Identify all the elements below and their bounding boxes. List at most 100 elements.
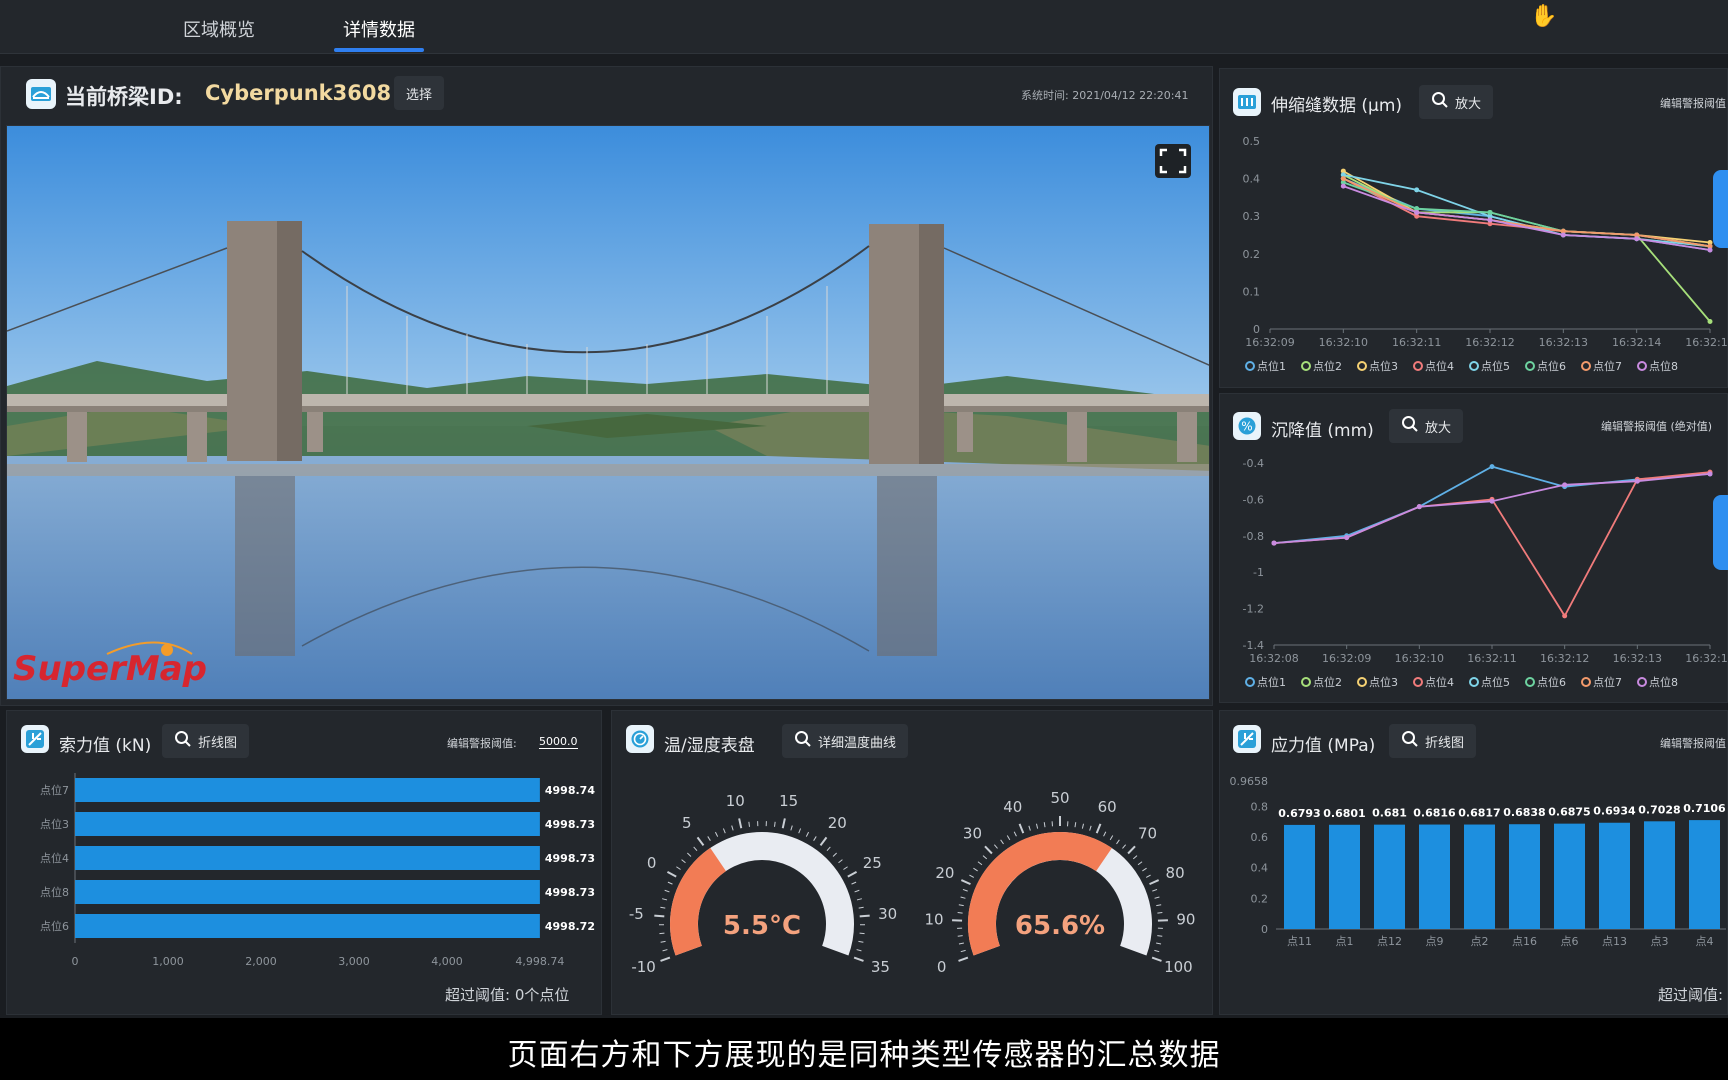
- settlement-title: 沉降值 (mm): [1271, 421, 1374, 441]
- gauge-tick: [781, 818, 786, 829]
- legend-marker-5: [1469, 677, 1479, 687]
- bar-value-label: 0.6817: [1458, 807, 1500, 820]
- top-nav-bar: 区域概览 详情数据 ✋: [0, 0, 1728, 54]
- expansion-zoom-button[interactable]: 放大: [1419, 85, 1494, 119]
- bar-点6: [1554, 823, 1585, 929]
- stress-linechart-button[interactable]: 折线图: [1389, 724, 1477, 758]
- bar-value-label: 0.7106: [1683, 802, 1726, 815]
- tab-detail-data[interactable]: 详情数据: [343, 16, 415, 42]
- gauge-tick: [681, 859, 686, 864]
- y-tick-label: 0.3: [1243, 210, 1261, 223]
- legend-marker-3: [1357, 677, 1367, 687]
- gauge-tick: [993, 844, 998, 849]
- y-tick-label: 0.4: [1243, 173, 1261, 186]
- gauge-tick: [1109, 835, 1114, 841]
- series-line-点位8: [1273, 473, 1711, 544]
- video-subtitle: 页面右方和下方展现的是同种类型传感器的汇总数据: [507, 1038, 1221, 1073]
- temperature-gauge-value: 5.5°C: [723, 911, 801, 941]
- bar-value-label: 4998.73: [545, 818, 595, 831]
- expansion-title: 伸缩缝数据 (μm): [1271, 96, 1403, 116]
- gauge-tick: [714, 831, 719, 837]
- gauge-tick: [731, 825, 734, 831]
- stress-title: 应力值 (MPa): [1271, 736, 1376, 756]
- data-point: [1707, 318, 1713, 324]
- tab-region-overview[interactable]: 区域概览: [183, 16, 255, 42]
- x-tick-label: 16:32:11: [1392, 336, 1441, 349]
- y-tick-label: 0.4: [1251, 862, 1269, 875]
- magnifier-icon: [174, 730, 192, 752]
- legend-marker-2: [1301, 361, 1311, 371]
- gauge-tick: [1081, 823, 1085, 829]
- gauge-title: 温/湿度表盘: [664, 736, 755, 756]
- side-expand-handle-2[interactable]: [1713, 495, 1728, 570]
- y-tick-label: 0.2: [1251, 892, 1269, 905]
- expansion-edit-threshold[interactable]: 编辑警报阈值: [1660, 95, 1726, 111]
- x-tick-label: 16:32:13: [1613, 652, 1662, 665]
- gauge-tick: [957, 912, 963, 914]
- bar-点4: [1689, 820, 1720, 929]
- settlement-edit-threshold[interactable]: 编辑警报阈值 (绝对值): [1601, 418, 1712, 434]
- bar-点1: [1329, 824, 1360, 929]
- bar-value-label: 0.6838: [1503, 806, 1545, 819]
- svg-text:%: %: [1241, 420, 1252, 434]
- gauge-tick: [960, 896, 966, 899]
- category-label: 点位4: [40, 851, 69, 865]
- category-label: 点12: [1377, 935, 1402, 948]
- stress-panel: 应力值 (MPa) 折线图 编辑警报阈值 0.9658 0.8 0.6 0.4 0.2 0…: [1219, 710, 1728, 1015]
- select-bridge-button[interactable]: 选择: [394, 76, 445, 110]
- magnifier-icon: [1401, 415, 1419, 437]
- legend-marker-5: [1469, 361, 1479, 371]
- gauge-tick: [1127, 845, 1136, 855]
- gauge-tick: [1149, 879, 1160, 886]
- bar-点9: [1419, 824, 1450, 929]
- data-point: [1487, 209, 1493, 215]
- x-tick-label: 16:32:08: [1249, 652, 1298, 665]
- x-tick-label: 16:32:11: [1467, 652, 1516, 665]
- gauge-tick-label: 20: [935, 864, 954, 882]
- gauge-tick: [843, 866, 848, 870]
- side-expand-handle[interactable]: [1713, 170, 1728, 248]
- data-point: [1634, 236, 1640, 242]
- cable-linechart-button[interactable]: 折线图: [162, 724, 250, 758]
- legend-marker-8: [1637, 677, 1647, 687]
- category-label: 点3: [1651, 935, 1669, 948]
- bar-value-label: 0.6934: [1593, 805, 1636, 818]
- gauge-tick-label: 10: [925, 911, 944, 929]
- legend-marker-7: [1581, 361, 1591, 371]
- select-button-label: 选择: [406, 87, 433, 103]
- stress-icon: [1233, 725, 1261, 753]
- gauge-tick: [660, 906, 666, 909]
- cable-threshold-value[interactable]: 5000.0: [539, 735, 578, 749]
- data-point: [1562, 613, 1568, 619]
- y-tick-label: 0.2: [1243, 248, 1261, 261]
- bridge-3d-viewer[interactable]: SuperMap: [6, 125, 1210, 700]
- y-tick-label: -0.6: [1243, 493, 1264, 506]
- category-label: 点1: [1336, 935, 1354, 948]
- gauge-tick: [1157, 935, 1163, 937]
- cable-bar-chart: 点位7 4998.74 点位3 4998.73 点位4 4998.73 点位8 4998.73…: [40, 773, 595, 968]
- data-point: [1414, 187, 1420, 193]
- stress-edit-threshold[interactable]: 编辑警报阈值: [1660, 735, 1726, 751]
- bridge-icon: [26, 79, 56, 109]
- bar-value-label: 0.6793: [1278, 807, 1320, 820]
- gauge-tick: [960, 949, 966, 953]
- magnifier-icon: [794, 730, 812, 752]
- data-point: [1344, 535, 1350, 541]
- data-point: [1707, 247, 1713, 253]
- gauge-tick-label: 90: [1176, 911, 1195, 929]
- y-tick-label: 0.8: [1251, 800, 1269, 813]
- temperature-curve-label: 详细温度曲线: [818, 735, 897, 751]
- supermap-logo: SuperMap: [13, 649, 207, 689]
- gauge-tick: [858, 906, 864, 909]
- temperature-curve-button[interactable]: 详细温度曲线: [782, 724, 909, 758]
- gauge-tick-label: 25: [863, 854, 882, 872]
- bar-点位4: [75, 846, 540, 870]
- x-tick-label: 2,000: [245, 955, 277, 968]
- gauge-tick: [958, 956, 969, 962]
- gauge-tick: [958, 904, 964, 907]
- gauge-tick: [707, 836, 711, 841]
- settlement-zoom-button[interactable]: 放大: [1389, 409, 1464, 443]
- gauge-tick: [1103, 831, 1107, 837]
- y-tick-label: 0.1: [1243, 285, 1261, 298]
- gauge-tick: [1043, 822, 1046, 828]
